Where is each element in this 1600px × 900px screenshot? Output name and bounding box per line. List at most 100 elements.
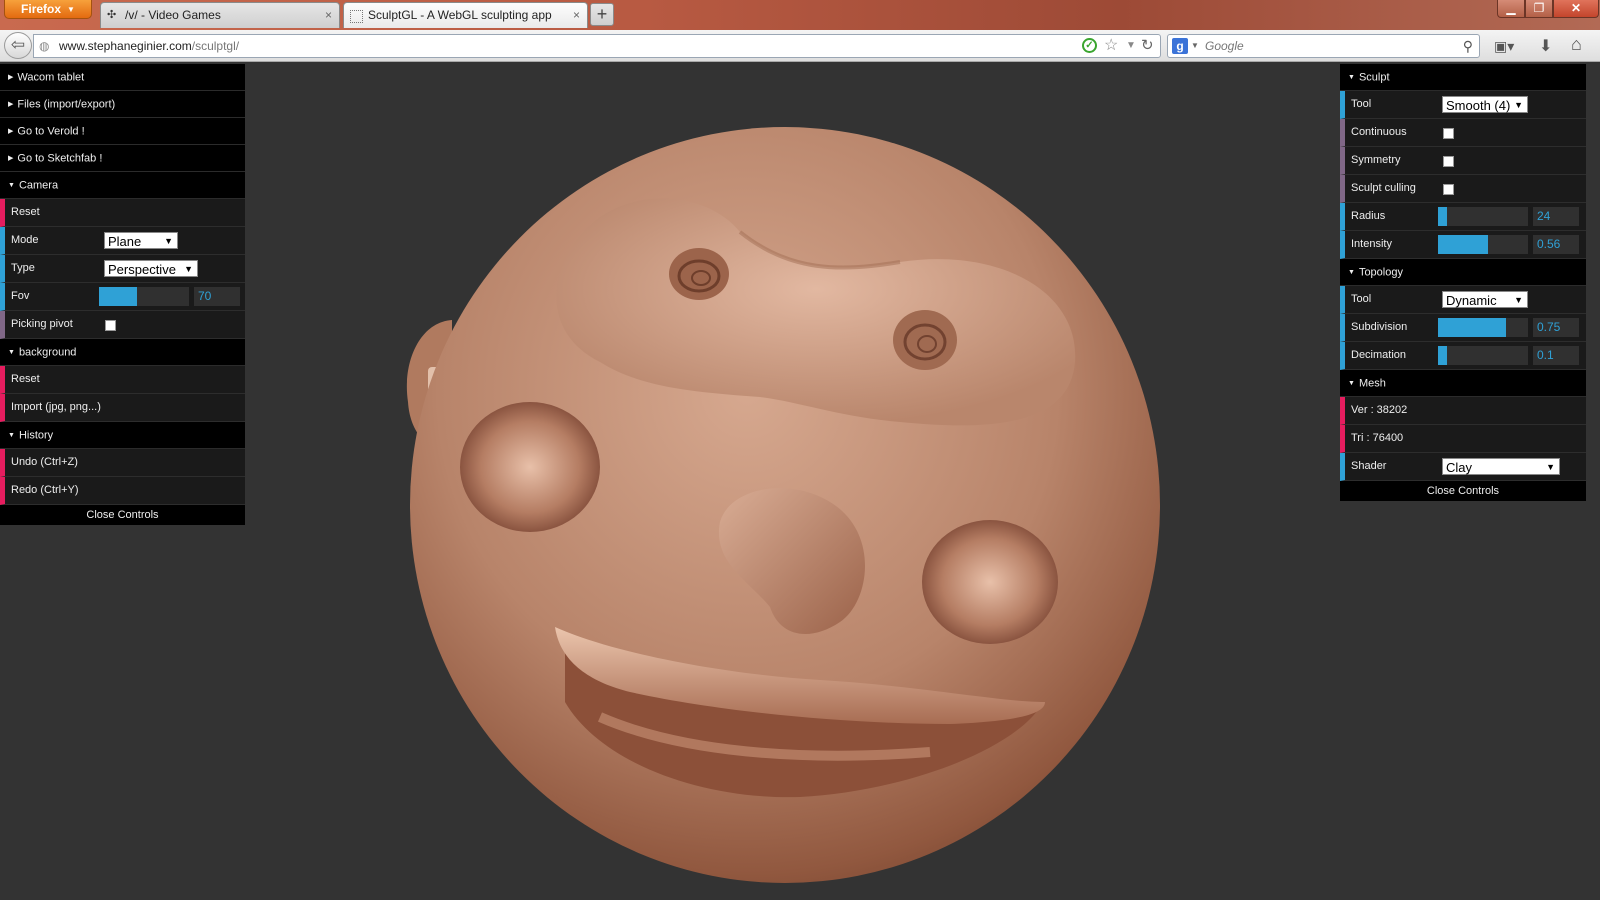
caret-down-icon: ▼: [8, 349, 15, 356]
subdivision-input[interactable]: 0.75: [1533, 318, 1579, 337]
check-icon[interactable]: ✓: [1082, 38, 1097, 53]
fov-input[interactable]: 70: [194, 287, 240, 306]
folder-camera[interactable]: ▼ Camera: [0, 172, 245, 199]
folder-verold[interactable]: ▶ Go to Verold !: [0, 118, 245, 145]
camera-mode-select[interactable]: Plane ▼: [104, 232, 178, 249]
camera-mode-row: Mode Plane ▼: [0, 227, 245, 255]
symmetry-row: Symmetry: [1340, 147, 1586, 175]
close-controls-button[interactable]: Close Controls: [0, 505, 245, 525]
chevron-down-icon[interactable]: ▼: [1126, 36, 1136, 56]
decimation-slider-fill: [1438, 346, 1447, 365]
back-button[interactable]: ⇦: [4, 32, 32, 59]
topology-tool-select[interactable]: Dynamic ▼: [1442, 291, 1528, 308]
vertex-count: Ver : 38202: [1340, 397, 1586, 425]
continuous-row: Continuous: [1340, 119, 1586, 147]
close-controls-button[interactable]: Close Controls: [1340, 481, 1586, 501]
camera-reset-button[interactable]: Reset: [0, 199, 245, 227]
tab-title: SculptGL - A WebGL sculpting app: [368, 8, 552, 22]
radius-row: Radius 24: [1340, 203, 1586, 231]
undo-button[interactable]: Undo (Ctrl+Z): [0, 449, 245, 477]
radius-slider[interactable]: [1438, 207, 1528, 226]
page-icon: [350, 10, 363, 23]
search-input[interactable]: Google: [1205, 35, 1244, 57]
navigation-toolbar: ⇦ ◍ www.stephaneginier.com/sculptgl/ ✓ ☆…: [0, 30, 1600, 62]
chevron-down-icon: ▼: [164, 236, 173, 246]
sculpt-tool-select[interactable]: Smooth (4) ▼: [1442, 96, 1528, 113]
search-icon[interactable]: ⚲: [1463, 35, 1473, 57]
redo-button[interactable]: Redo (Ctrl+Y): [0, 477, 245, 505]
caret-right-icon: ▶: [8, 101, 14, 108]
sculpt-culling-checkbox[interactable]: [1443, 184, 1454, 195]
download-icon[interactable]: ⬇: [1539, 36, 1552, 56]
back-arrow-icon: ⇦: [10, 35, 26, 54]
caret-right-icon: ▶: [8, 128, 14, 135]
search-bar[interactable]: g ▼ Google ⚲: [1167, 34, 1480, 58]
folder-topology[interactable]: ▼ Topology: [1340, 259, 1586, 286]
radius-slider-fill: [1438, 207, 1447, 226]
new-tab-button[interactable]: +: [590, 3, 614, 26]
subdivision-slider[interactable]: [1438, 318, 1528, 337]
home-icon[interactable]: ⌂: [1571, 34, 1582, 55]
star-icon[interactable]: ☆: [1104, 36, 1118, 56]
chevron-down-icon: ▼: [1546, 462, 1555, 472]
fov-slider-fill: [99, 287, 137, 306]
firefox-menu-button[interactable]: Firefox ▼: [4, 0, 92, 19]
continuous-checkbox[interactable]: [1443, 128, 1454, 139]
url-text: www.stephaneginier.com/sculptgl/: [59, 39, 240, 53]
camera-type-row: Type Perspective ▼: [0, 255, 245, 283]
4chan-icon: ✣: [107, 9, 117, 21]
minimize-button[interactable]: ▁: [1497, 0, 1525, 18]
bookmarks-icon[interactable]: ▣▾: [1494, 38, 1516, 54]
chevron-down-icon: ▼: [67, 5, 75, 15]
browser-titlebar: Firefox ▼ ✣ /v/ - Video Games × SculptGL …: [0, 0, 1600, 30]
caret-down-icon: ▼: [1348, 380, 1355, 387]
intensity-slider-fill: [1438, 235, 1489, 254]
radius-input[interactable]: 24: [1533, 207, 1579, 226]
reload-icon[interactable]: ↻: [1141, 35, 1154, 57]
subdivision-slider-fill: [1438, 318, 1506, 337]
google-icon[interactable]: g: [1172, 38, 1188, 54]
tab-video-games[interactable]: ✣ /v/ - Video Games ×: [100, 2, 340, 28]
sculpt-tool-row: Tool Smooth (4) ▼: [1340, 91, 1586, 119]
intensity-row: Intensity 0.56: [1340, 231, 1586, 259]
triangle-count: Tri : 76400: [1340, 425, 1586, 453]
background-reset-button[interactable]: Reset: [0, 366, 245, 394]
shader-select[interactable]: Clay ▼: [1442, 458, 1560, 475]
background-import-button[interactable]: Import (jpg, png...): [0, 394, 245, 422]
folder-wacom-tablet[interactable]: ▶ Wacom tablet: [0, 64, 245, 91]
chevron-down-icon: ▼: [1514, 100, 1523, 110]
left-controls-panel: ▶ Wacom tablet ▶ Files (import/export) ▶ Go…: [0, 64, 245, 525]
intensity-input[interactable]: 0.56: [1533, 235, 1579, 254]
folder-sketchfab[interactable]: ▶ Go to Sketchfab !: [0, 145, 245, 172]
maximize-button[interactable]: ❐: [1525, 0, 1553, 18]
folder-files[interactable]: ▶ Files (import/export): [0, 91, 245, 118]
camera-type-select[interactable]: Perspective ▼: [104, 260, 198, 277]
left-eye: [669, 248, 729, 300]
fov-slider[interactable]: [99, 287, 189, 306]
chevron-down-icon: ▼: [184, 264, 193, 274]
symmetry-checkbox[interactable]: [1443, 156, 1454, 167]
decimation-slider[interactable]: [1438, 346, 1528, 365]
folder-background[interactable]: ▼ background: [0, 339, 245, 366]
close-icon[interactable]: ×: [573, 3, 580, 27]
caret-down-icon: ▼: [1348, 74, 1355, 81]
chevron-down-icon[interactable]: ▼: [1191, 38, 1199, 54]
globe-icon: ◍: [39, 39, 50, 53]
picking-pivot-checkbox[interactable]: [105, 320, 116, 331]
subdivision-row: Subdivision 0.75: [1340, 314, 1586, 342]
url-bar[interactable]: ◍ www.stephaneginier.com/sculptgl/ ✓ ☆ ▼…: [33, 34, 1161, 58]
window-close-button[interactable]: ✕: [1553, 0, 1599, 18]
intensity-slider[interactable]: [1438, 235, 1528, 254]
tab-title: /v/ - Video Games: [125, 8, 221, 22]
caret-right-icon: ▶: [8, 155, 14, 162]
folder-mesh[interactable]: ▼ Mesh: [1340, 370, 1586, 397]
folder-history[interactable]: ▼ History: [0, 422, 245, 449]
close-icon[interactable]: ×: [325, 3, 332, 27]
decimation-input[interactable]: 0.1: [1533, 346, 1579, 365]
camera-fov-row: Fov 70: [0, 283, 245, 311]
sculpt-culling-row: Sculpt culling: [1340, 175, 1586, 203]
folder-sculpt[interactable]: ▼ Sculpt: [1340, 64, 1586, 91]
caret-down-icon: ▼: [8, 182, 15, 189]
tab-sculptgl[interactable]: SculptGL - A WebGL sculpting app ×: [343, 2, 588, 28]
right-controls-panel: ▼ Sculpt Tool Smooth (4) ▼ Continuous Symm…: [1340, 64, 1586, 501]
